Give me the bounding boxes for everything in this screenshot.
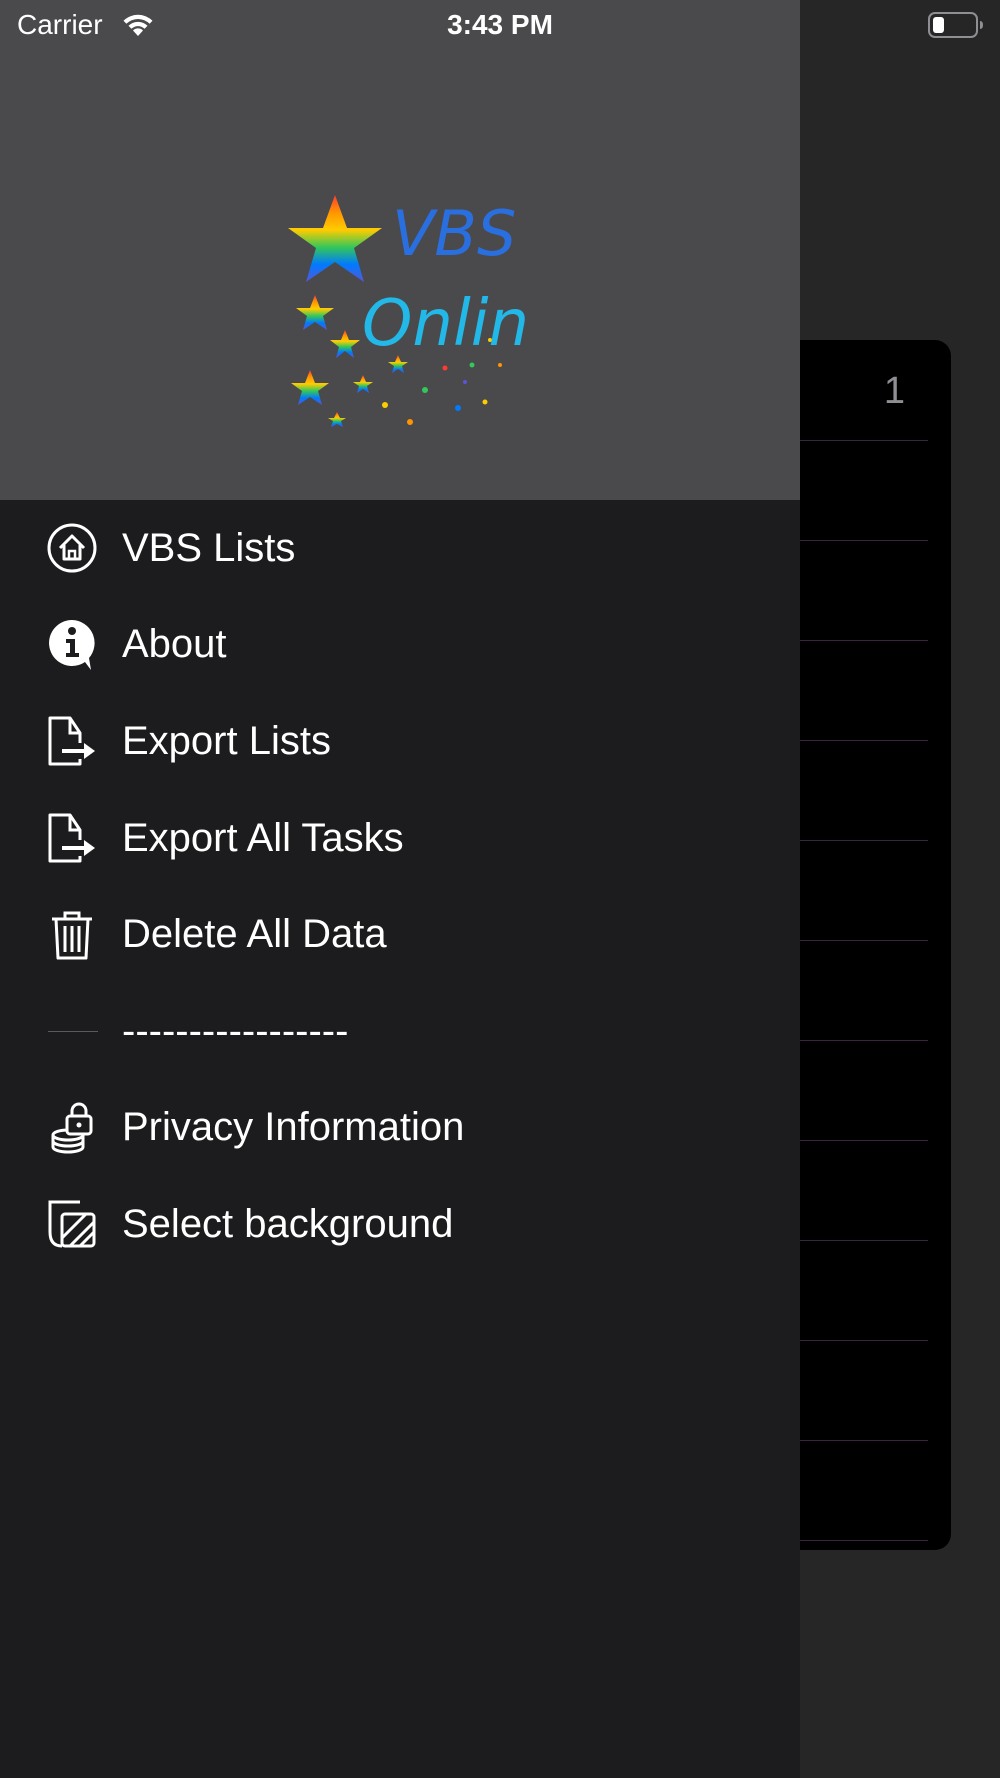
clock: 3:43 PM [447,9,553,40]
info-icon [44,617,100,673]
export-file-icon [44,810,100,866]
menu-item-privacy-information[interactable]: Privacy Information [0,1080,800,1177]
menu-item-label: Privacy Information [122,1105,465,1150]
trash-icon [44,907,100,963]
menu-item-export-lists[interactable]: Export Lists [0,693,800,790]
logo-text-online: Online [362,287,530,361]
vbs-online-logo: VBS Online [288,195,530,427]
menu-separator-label: ----------------- [122,1008,349,1053]
menu-item-label: Select background [122,1201,454,1246]
status-bar: Carrier 3:43 PM [0,0,1000,50]
battery-icon [928,12,983,38]
drawer-menu: VBS Lists About Export Lists Export All … [0,500,800,1273]
logo-text-vbs: VBS [392,197,516,270]
menu-item-label: Export All Tasks [122,815,404,860]
menu-item-export-all-tasks[interactable]: Export All Tasks [0,790,800,887]
menu-separator: ----------------- [0,983,800,1080]
menu-item-about[interactable]: About [0,597,800,694]
export-file-icon [44,713,100,769]
menu-item-select-background[interactable]: Select background [0,1176,800,1273]
drawer-header: VBS Online [0,0,800,500]
home-icon [44,520,100,576]
background-list-number: 1 [883,370,905,412]
separator-line [48,1031,98,1033]
menu-item-vbs-lists[interactable]: VBS Lists [0,500,800,597]
side-drawer: VBS Online VBS Lists [0,0,800,1778]
background-icon [44,1196,100,1252]
menu-item-delete-all-data[interactable]: Delete All Data [0,886,800,983]
menu-item-label: About [122,622,227,667]
menu-item-label: Export Lists [122,718,331,763]
privacy-lock-icon [44,1100,100,1156]
menu-item-label: VBS Lists [122,525,296,570]
screen: 1 Carrier 3:43 PM VBS Onlin VBS Lists Ab… [0,0,1000,1778]
menu-item-label: Delete All Data [122,912,387,957]
